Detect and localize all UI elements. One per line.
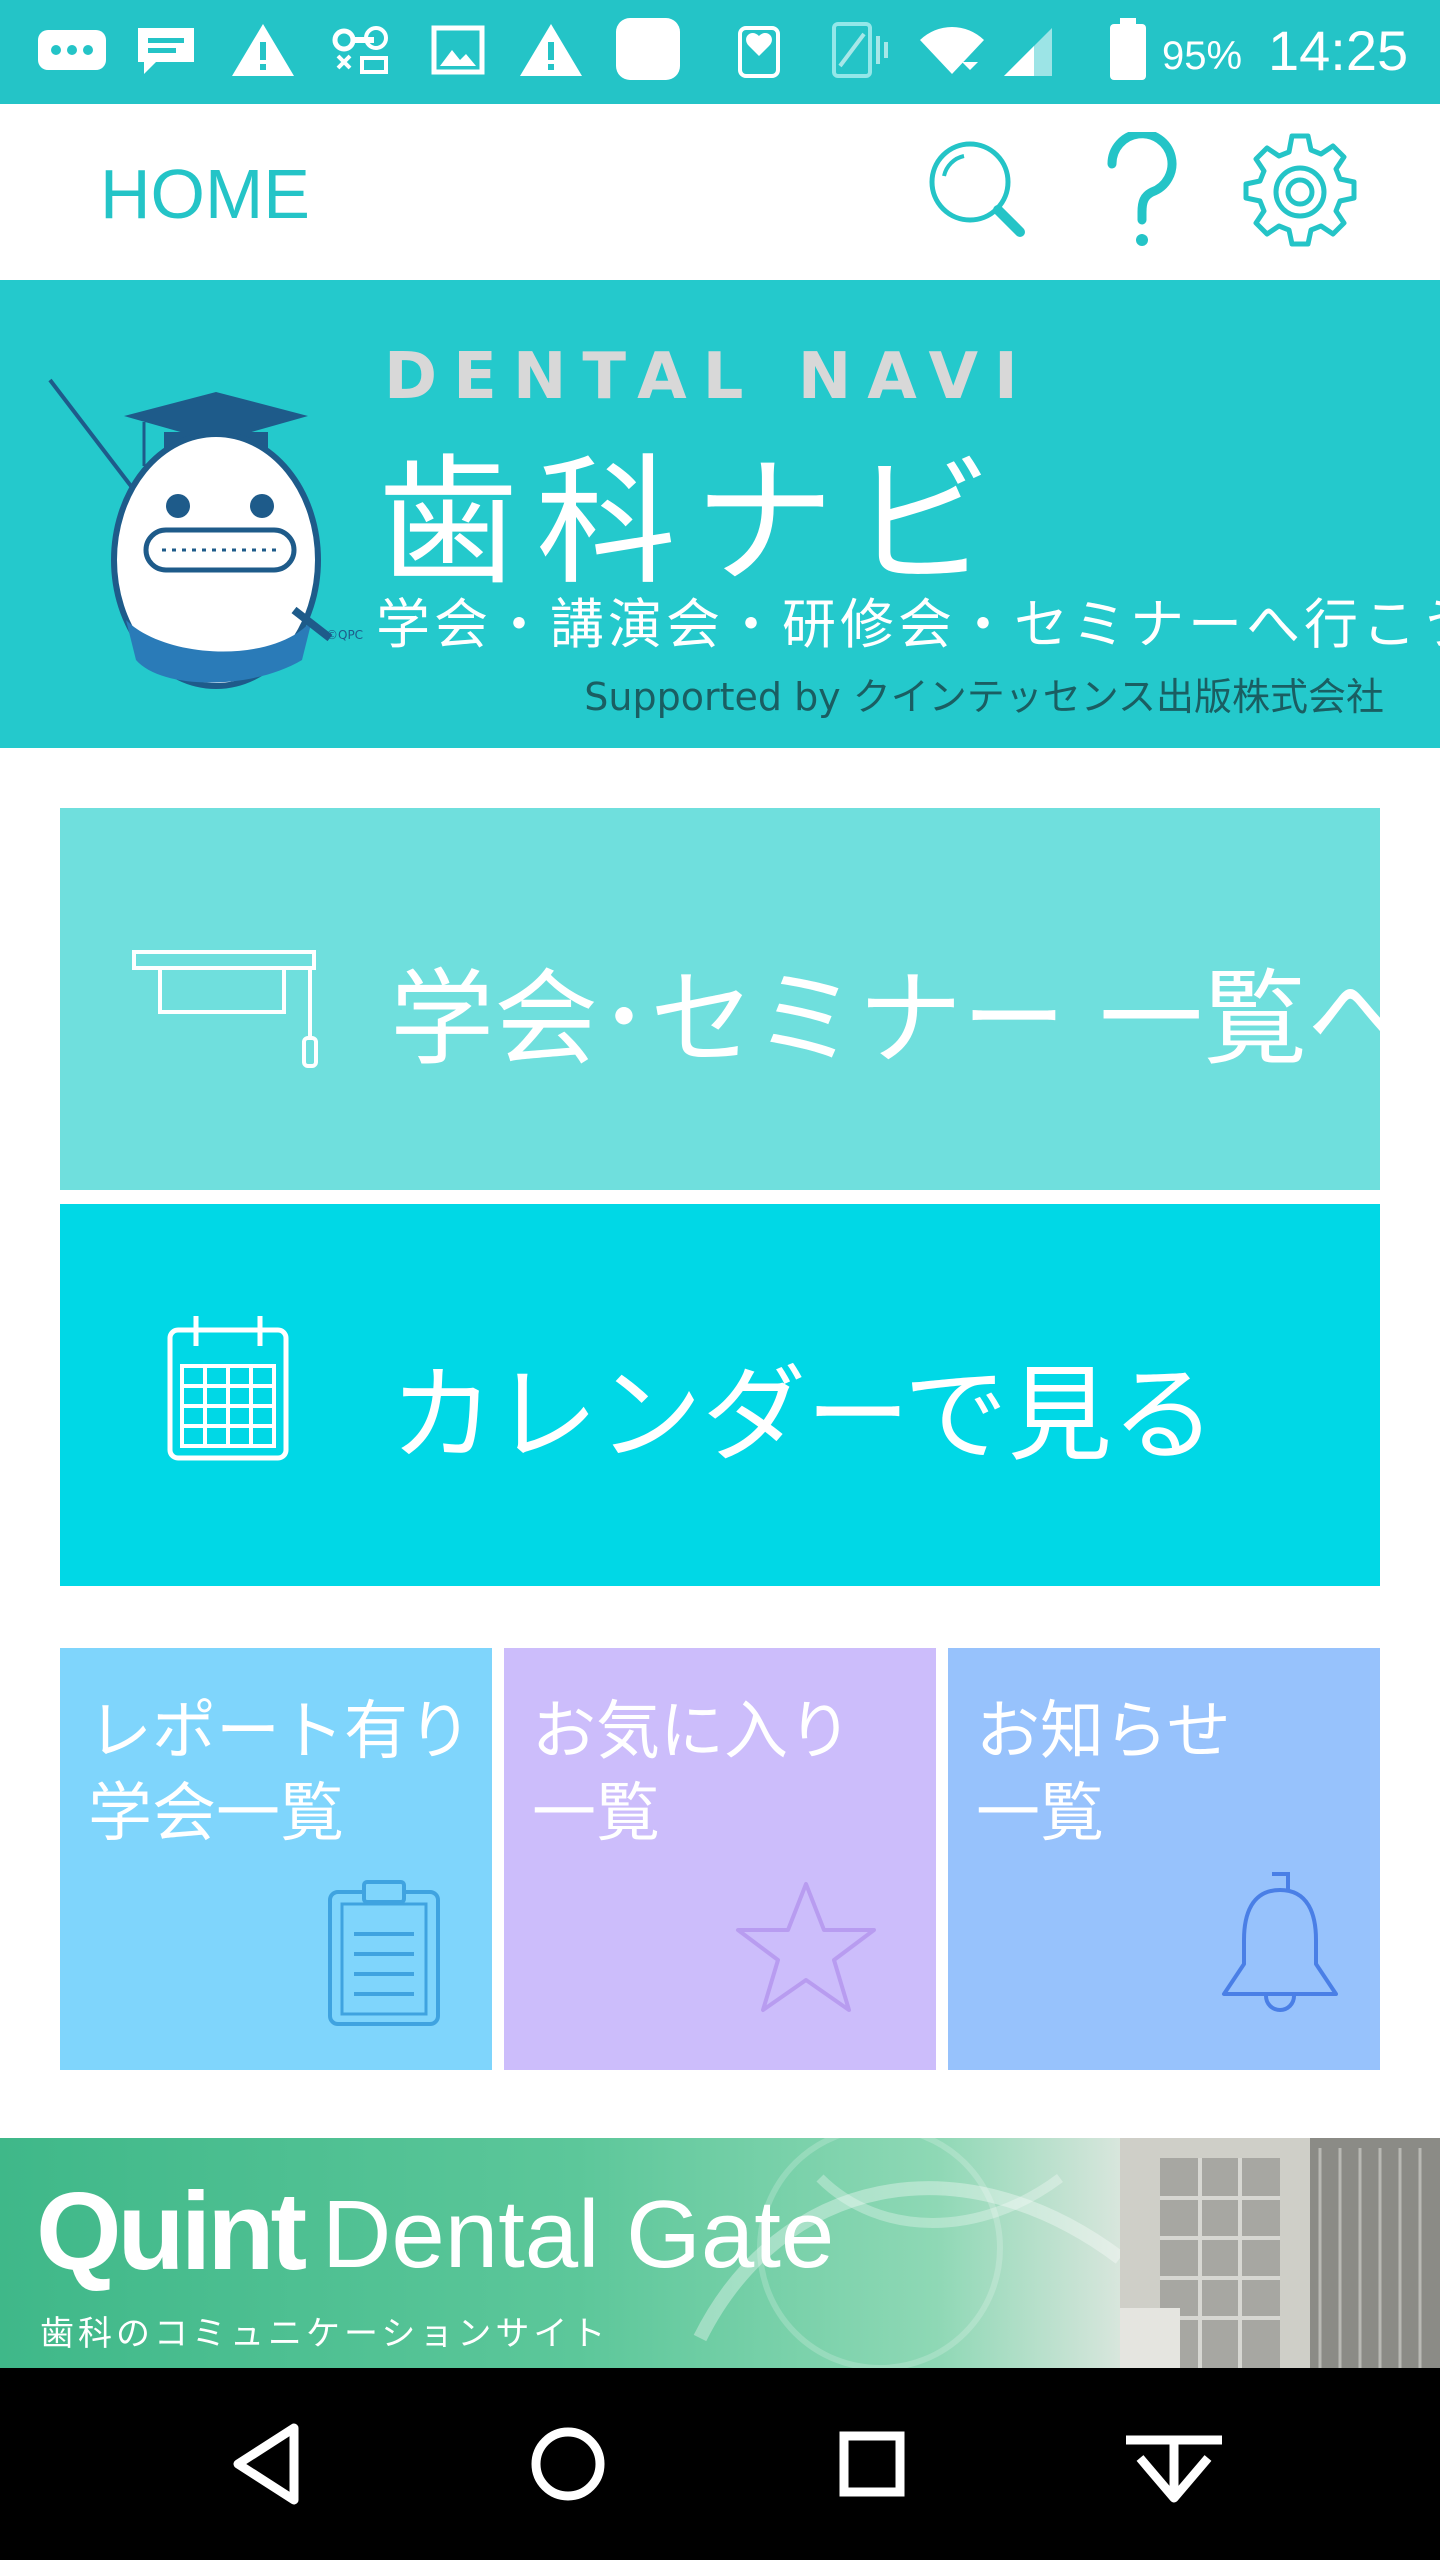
tile-label-line2: 一覧 xyxy=(532,1777,660,1851)
back-icon[interactable] xyxy=(210,2404,330,2524)
navigation-bar xyxy=(0,2368,1440,2560)
banner-logo-bold: Quint xyxy=(36,2170,307,2293)
clock: 14:25 xyxy=(1268,19,1409,82)
page-title: HOME xyxy=(100,155,310,233)
calendar-icon xyxy=(167,1316,289,1461)
app-bar: HOME xyxy=(0,104,1440,280)
battery-icon xyxy=(1110,18,1146,80)
quint-dental-gate-banner[interactable]: Quint Dental Gate 歯科のコミュニケーションサイト xyxy=(0,2138,1440,2368)
download-icon[interactable] xyxy=(1114,2404,1234,2524)
mascot-logo xyxy=(48,378,333,689)
more-icon xyxy=(38,30,106,70)
banner-subtitle: 歯科のコミュニケーションサイト xyxy=(40,2314,610,2354)
hero-tagline: 学会・講演会・研修会・セミナーへ行こう xyxy=(376,593,1440,656)
warning-icon xyxy=(232,24,294,76)
help-icon[interactable] xyxy=(1082,132,1202,252)
bell-icon xyxy=(1222,1872,1338,2012)
vibrate-icon xyxy=(832,22,888,78)
tile-label-line2: 一覧 xyxy=(976,1777,1104,1851)
square-icon xyxy=(616,18,680,80)
battery-percent: 95% xyxy=(1162,34,1243,78)
news-tile[interactable]: お知らせ 一覧 xyxy=(948,1648,1380,2070)
seminar-list-label: 学会･セミナー 一覧へ xyxy=(390,958,1412,1080)
warning-icon xyxy=(520,24,582,76)
image-icon xyxy=(431,25,485,75)
vpn-key-icon xyxy=(332,26,388,74)
search-icon[interactable] xyxy=(920,132,1040,252)
mortarboard-icon xyxy=(132,950,318,1068)
calendar-button[interactable]: カレンダーで見る xyxy=(60,1204,1380,1586)
recents-icon[interactable] xyxy=(812,2404,932,2524)
status-bar: 95% 14:25 xyxy=(0,0,1440,104)
tile-label-line1: お知らせ xyxy=(976,1695,1231,1769)
clipboard-icon xyxy=(328,1880,440,2026)
favorites-tile[interactable]: お気に入り 一覧 xyxy=(504,1648,936,2070)
calendar-label: カレンダーで見る xyxy=(390,1354,1216,1476)
hero-banner: ©QPC DENTAL NAVI 歯科ナビ 学会・講演会・研修会・セミナーへ行こ… xyxy=(0,280,1440,748)
brand-english: DENTAL NAVI xyxy=(384,340,1034,414)
heart-phone-icon xyxy=(738,26,780,78)
wifi-icon xyxy=(920,27,984,74)
star-icon xyxy=(736,1882,876,2012)
home-icon[interactable] xyxy=(508,2404,628,2524)
seminar-list-button[interactable]: 学会･セミナー 一覧へ xyxy=(60,808,1411,1190)
signal-icon xyxy=(1004,28,1052,76)
tile-label-line2: 学会一覧 xyxy=(88,1777,344,1851)
banner-logo-light: Dental Gate xyxy=(322,2181,835,2288)
mascot-copyright: ©QPC xyxy=(326,628,364,642)
tile-label-line1: お気に入り xyxy=(532,1695,852,1769)
settings-icon[interactable] xyxy=(1240,132,1360,252)
tile-label-line1: レポート有り xyxy=(88,1695,472,1769)
report-list-tile[interactable]: レポート有り 学会一覧 xyxy=(60,1648,492,2070)
building-photo xyxy=(1120,2138,1440,2368)
chat-icon xyxy=(138,28,194,74)
supported-by-text: Supported by クインテッセンス出版株式会社 xyxy=(584,675,1384,719)
